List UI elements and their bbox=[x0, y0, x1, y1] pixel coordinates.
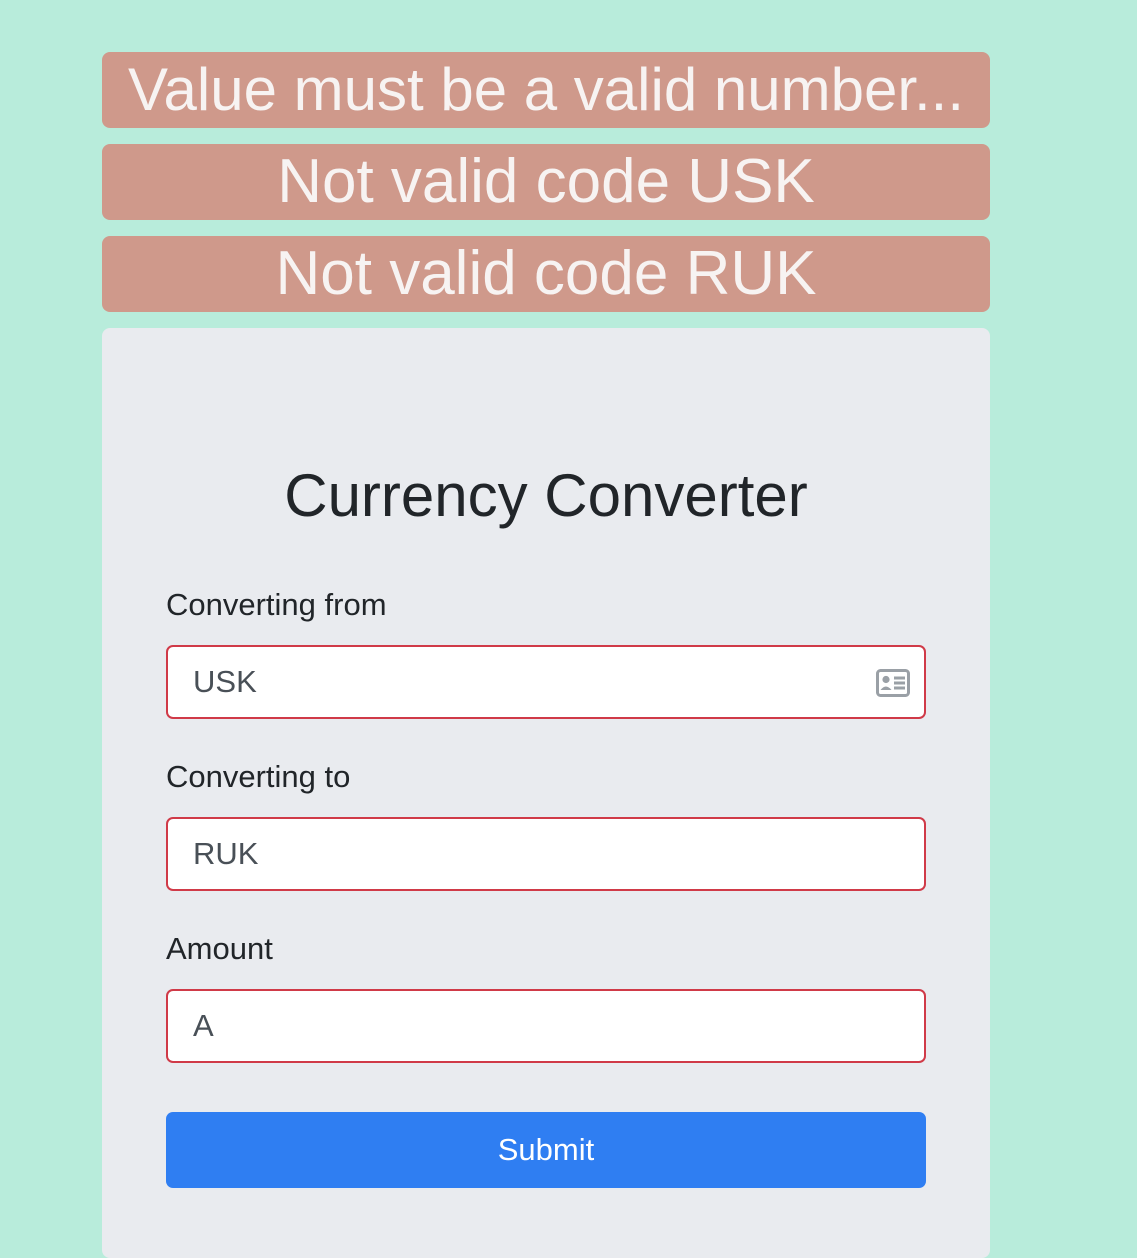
to-field bbox=[166, 817, 926, 891]
amount-label: Amount bbox=[166, 931, 273, 966]
from-currency-input[interactable] bbox=[168, 647, 924, 717]
submit-button[interactable]: Submit bbox=[166, 1112, 926, 1188]
amount-field bbox=[166, 989, 926, 1063]
amount-input[interactable] bbox=[168, 991, 924, 1061]
error-alert-amount: Value must be a valid number... bbox=[102, 52, 990, 128]
from-field bbox=[166, 645, 926, 719]
from-label: Converting from bbox=[166, 587, 387, 622]
error-alert-to-code: Not valid code RUK bbox=[102, 236, 990, 312]
to-currency-input[interactable] bbox=[168, 819, 924, 889]
page-title: Currency Converter bbox=[284, 462, 808, 529]
error-alert-from-code: Not valid code USK bbox=[102, 144, 990, 220]
to-label: Converting to bbox=[166, 759, 351, 794]
contact-card-icon[interactable] bbox=[876, 669, 910, 697]
